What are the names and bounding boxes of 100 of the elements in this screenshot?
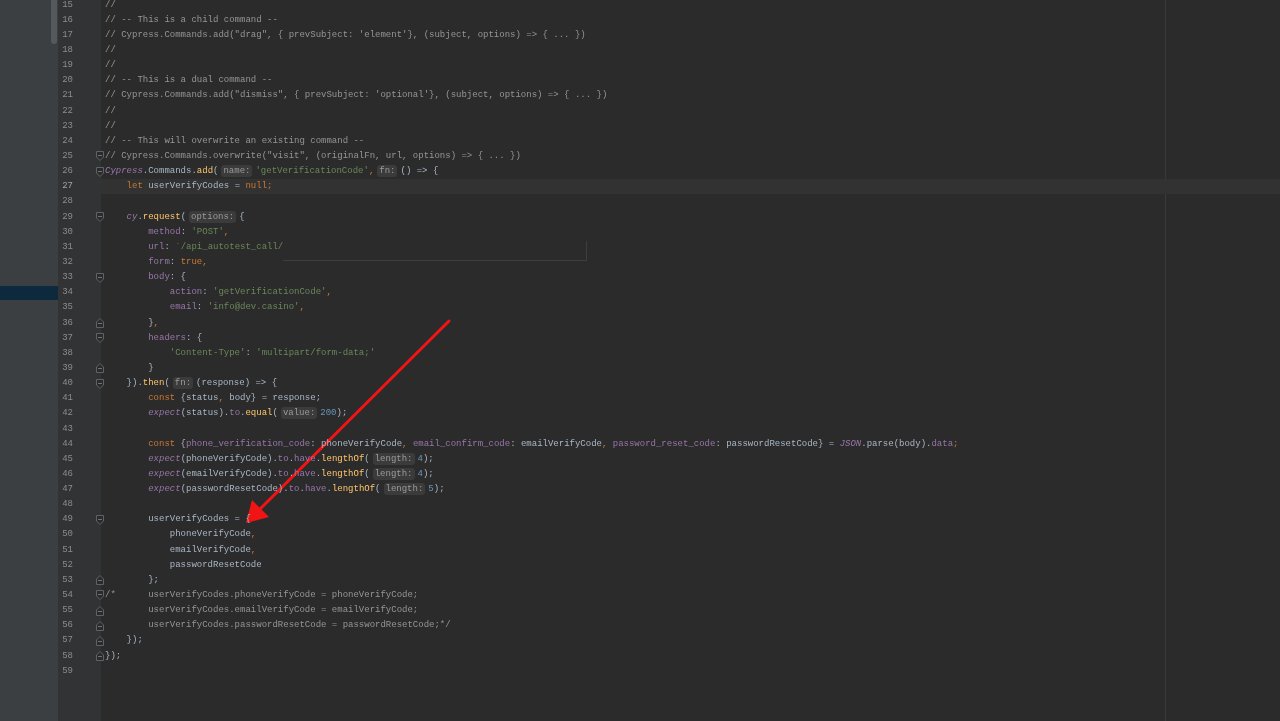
line-number: 36 bbox=[61, 317, 73, 328]
line-number: 41 bbox=[61, 393, 73, 404]
line-number: 34 bbox=[61, 287, 73, 298]
code-text: ); bbox=[336, 408, 348, 419]
line-number: 57 bbox=[61, 635, 73, 646]
code-function: lengthOf bbox=[321, 468, 365, 479]
code-keyword: , bbox=[223, 226, 230, 237]
code-identifier: cy bbox=[125, 211, 138, 222]
fold-icon[interactable] bbox=[96, 333, 104, 344]
line-number: 46 bbox=[61, 468, 73, 479]
line-number: 20 bbox=[61, 75, 73, 86]
code-number: 200 bbox=[320, 408, 337, 419]
code-property: to bbox=[288, 484, 300, 495]
code-comment: // bbox=[105, 120, 116, 131]
line-number: 33 bbox=[61, 272, 73, 283]
code-text: body} = response; bbox=[228, 393, 322, 404]
fold-icon[interactable] bbox=[96, 651, 104, 662]
code-identifier: expect bbox=[147, 468, 181, 479]
scrollbar-thumb[interactable] bbox=[51, 0, 57, 44]
parameter-hint: value: bbox=[280, 407, 318, 420]
code-identifier: expect bbox=[147, 453, 181, 464]
code-function: add bbox=[196, 166, 214, 177]
code-text: .parse(body). bbox=[861, 438, 932, 449]
line-number: 53 bbox=[61, 574, 73, 585]
line-number: 23 bbox=[61, 120, 73, 131]
code-text: (response) => { bbox=[196, 378, 278, 389]
line-number: 24 bbox=[61, 135, 73, 146]
fold-icon[interactable] bbox=[96, 151, 104, 162]
parameter-hint: options: bbox=[189, 210, 237, 223]
code-property: headers bbox=[147, 332, 186, 343]
fold-icon[interactable] bbox=[96, 363, 104, 374]
code-comment: // Cypress.Commands.add("drag", { prevSubject: 'element'}, (subject, options) => { ... }) bbox=[105, 29, 586, 40]
code-string: 'getVerificationCode' bbox=[213, 287, 327, 298]
code-property: email_confirm_code bbox=[412, 438, 511, 449]
code-text: } bbox=[147, 317, 154, 328]
code-number: 4 bbox=[417, 453, 423, 464]
line-number: 49 bbox=[61, 514, 73, 525]
code-text: phoneVerifyCode bbox=[168, 529, 251, 540]
code-keyword: , bbox=[218, 393, 224, 404]
code-text: : bbox=[202, 287, 209, 298]
fold-icon[interactable] bbox=[96, 166, 104, 177]
code-text: .Commands. bbox=[142, 166, 197, 177]
code-keyword: , bbox=[153, 317, 159, 328]
code-keyword: , bbox=[250, 544, 257, 555]
code-keyword: , bbox=[299, 302, 305, 313]
code-text: }); bbox=[105, 650, 122, 661]
line-number: 21 bbox=[61, 90, 73, 101]
fold-icon[interactable] bbox=[96, 635, 104, 646]
code-keyword: const bbox=[147, 438, 176, 449]
code-text: : { bbox=[186, 332, 203, 343]
code-text: ( bbox=[375, 484, 381, 495]
fold-icon[interactable] bbox=[96, 590, 104, 601]
code-comment: // bbox=[105, 105, 116, 116]
code-text: ); bbox=[433, 484, 445, 495]
fold-icon[interactable] bbox=[96, 575, 104, 586]
fold-icon[interactable] bbox=[96, 514, 104, 525]
code-number: 4 bbox=[417, 468, 423, 479]
code-string: 'Content-Type' bbox=[168, 347, 246, 358]
parameter-hint: length: bbox=[372, 452, 415, 465]
code-comment: // bbox=[105, 60, 116, 71]
code-comment: // -- This is a child command -- bbox=[105, 14, 278, 25]
code-comment: userVerifyCodes.emailVerifyCode = emailVerifyCode; bbox=[147, 605, 419, 616]
fold-icon[interactable] bbox=[96, 620, 104, 631]
code-text: emailVerifyCode bbox=[168, 544, 251, 555]
line-number: 52 bbox=[61, 559, 73, 570]
code-keyword: , bbox=[368, 166, 375, 177]
code-text: (status). bbox=[180, 408, 230, 419]
code-text: . bbox=[288, 468, 295, 479]
fold-icon[interactable] bbox=[96, 378, 104, 389]
fold-icon[interactable] bbox=[96, 317, 104, 328]
code-keyword: , bbox=[402, 438, 409, 449]
code-function: request bbox=[142, 211, 181, 222]
fold-icon[interactable] bbox=[96, 605, 104, 616]
code-text: (phoneVerifyCode). bbox=[180, 453, 278, 464]
code-function: lengthOf bbox=[331, 484, 376, 495]
line-number: 25 bbox=[61, 150, 73, 161]
code-text: userVerifyCodes = { bbox=[147, 514, 251, 525]
code-property: email bbox=[168, 302, 197, 313]
line-number: 28 bbox=[61, 196, 73, 207]
code-comment: // Cypress.Commands.overwrite("visit", (originalFn, url, options) => { ... }) bbox=[105, 150, 521, 161]
code-keyword: ; bbox=[953, 438, 959, 449]
line-number: 58 bbox=[61, 650, 73, 661]
code-function: equal bbox=[245, 408, 273, 419]
code-string: `/api_autotest_call/ bbox=[175, 241, 284, 252]
code-property: password_reset_code bbox=[612, 438, 716, 449]
code-property: action bbox=[168, 287, 203, 298]
code-string: 'multipart/form-data;' bbox=[256, 347, 376, 358]
line-number: 32 bbox=[61, 256, 73, 267]
fold-icon[interactable] bbox=[96, 211, 104, 222]
code-text: . bbox=[288, 453, 295, 464]
code-property: phone_verification_code bbox=[186, 438, 311, 449]
line-number: 26 bbox=[61, 166, 73, 177]
code-function: lengthOf bbox=[321, 453, 365, 464]
code-text: }); bbox=[125, 635, 143, 646]
code-keyword: true, bbox=[180, 256, 208, 267]
code-property: to bbox=[277, 453, 289, 464]
code-text: . bbox=[315, 468, 322, 479]
fold-icon[interactable] bbox=[96, 272, 104, 283]
line-number: 51 bbox=[61, 544, 73, 555]
code-property: method bbox=[147, 226, 181, 237]
